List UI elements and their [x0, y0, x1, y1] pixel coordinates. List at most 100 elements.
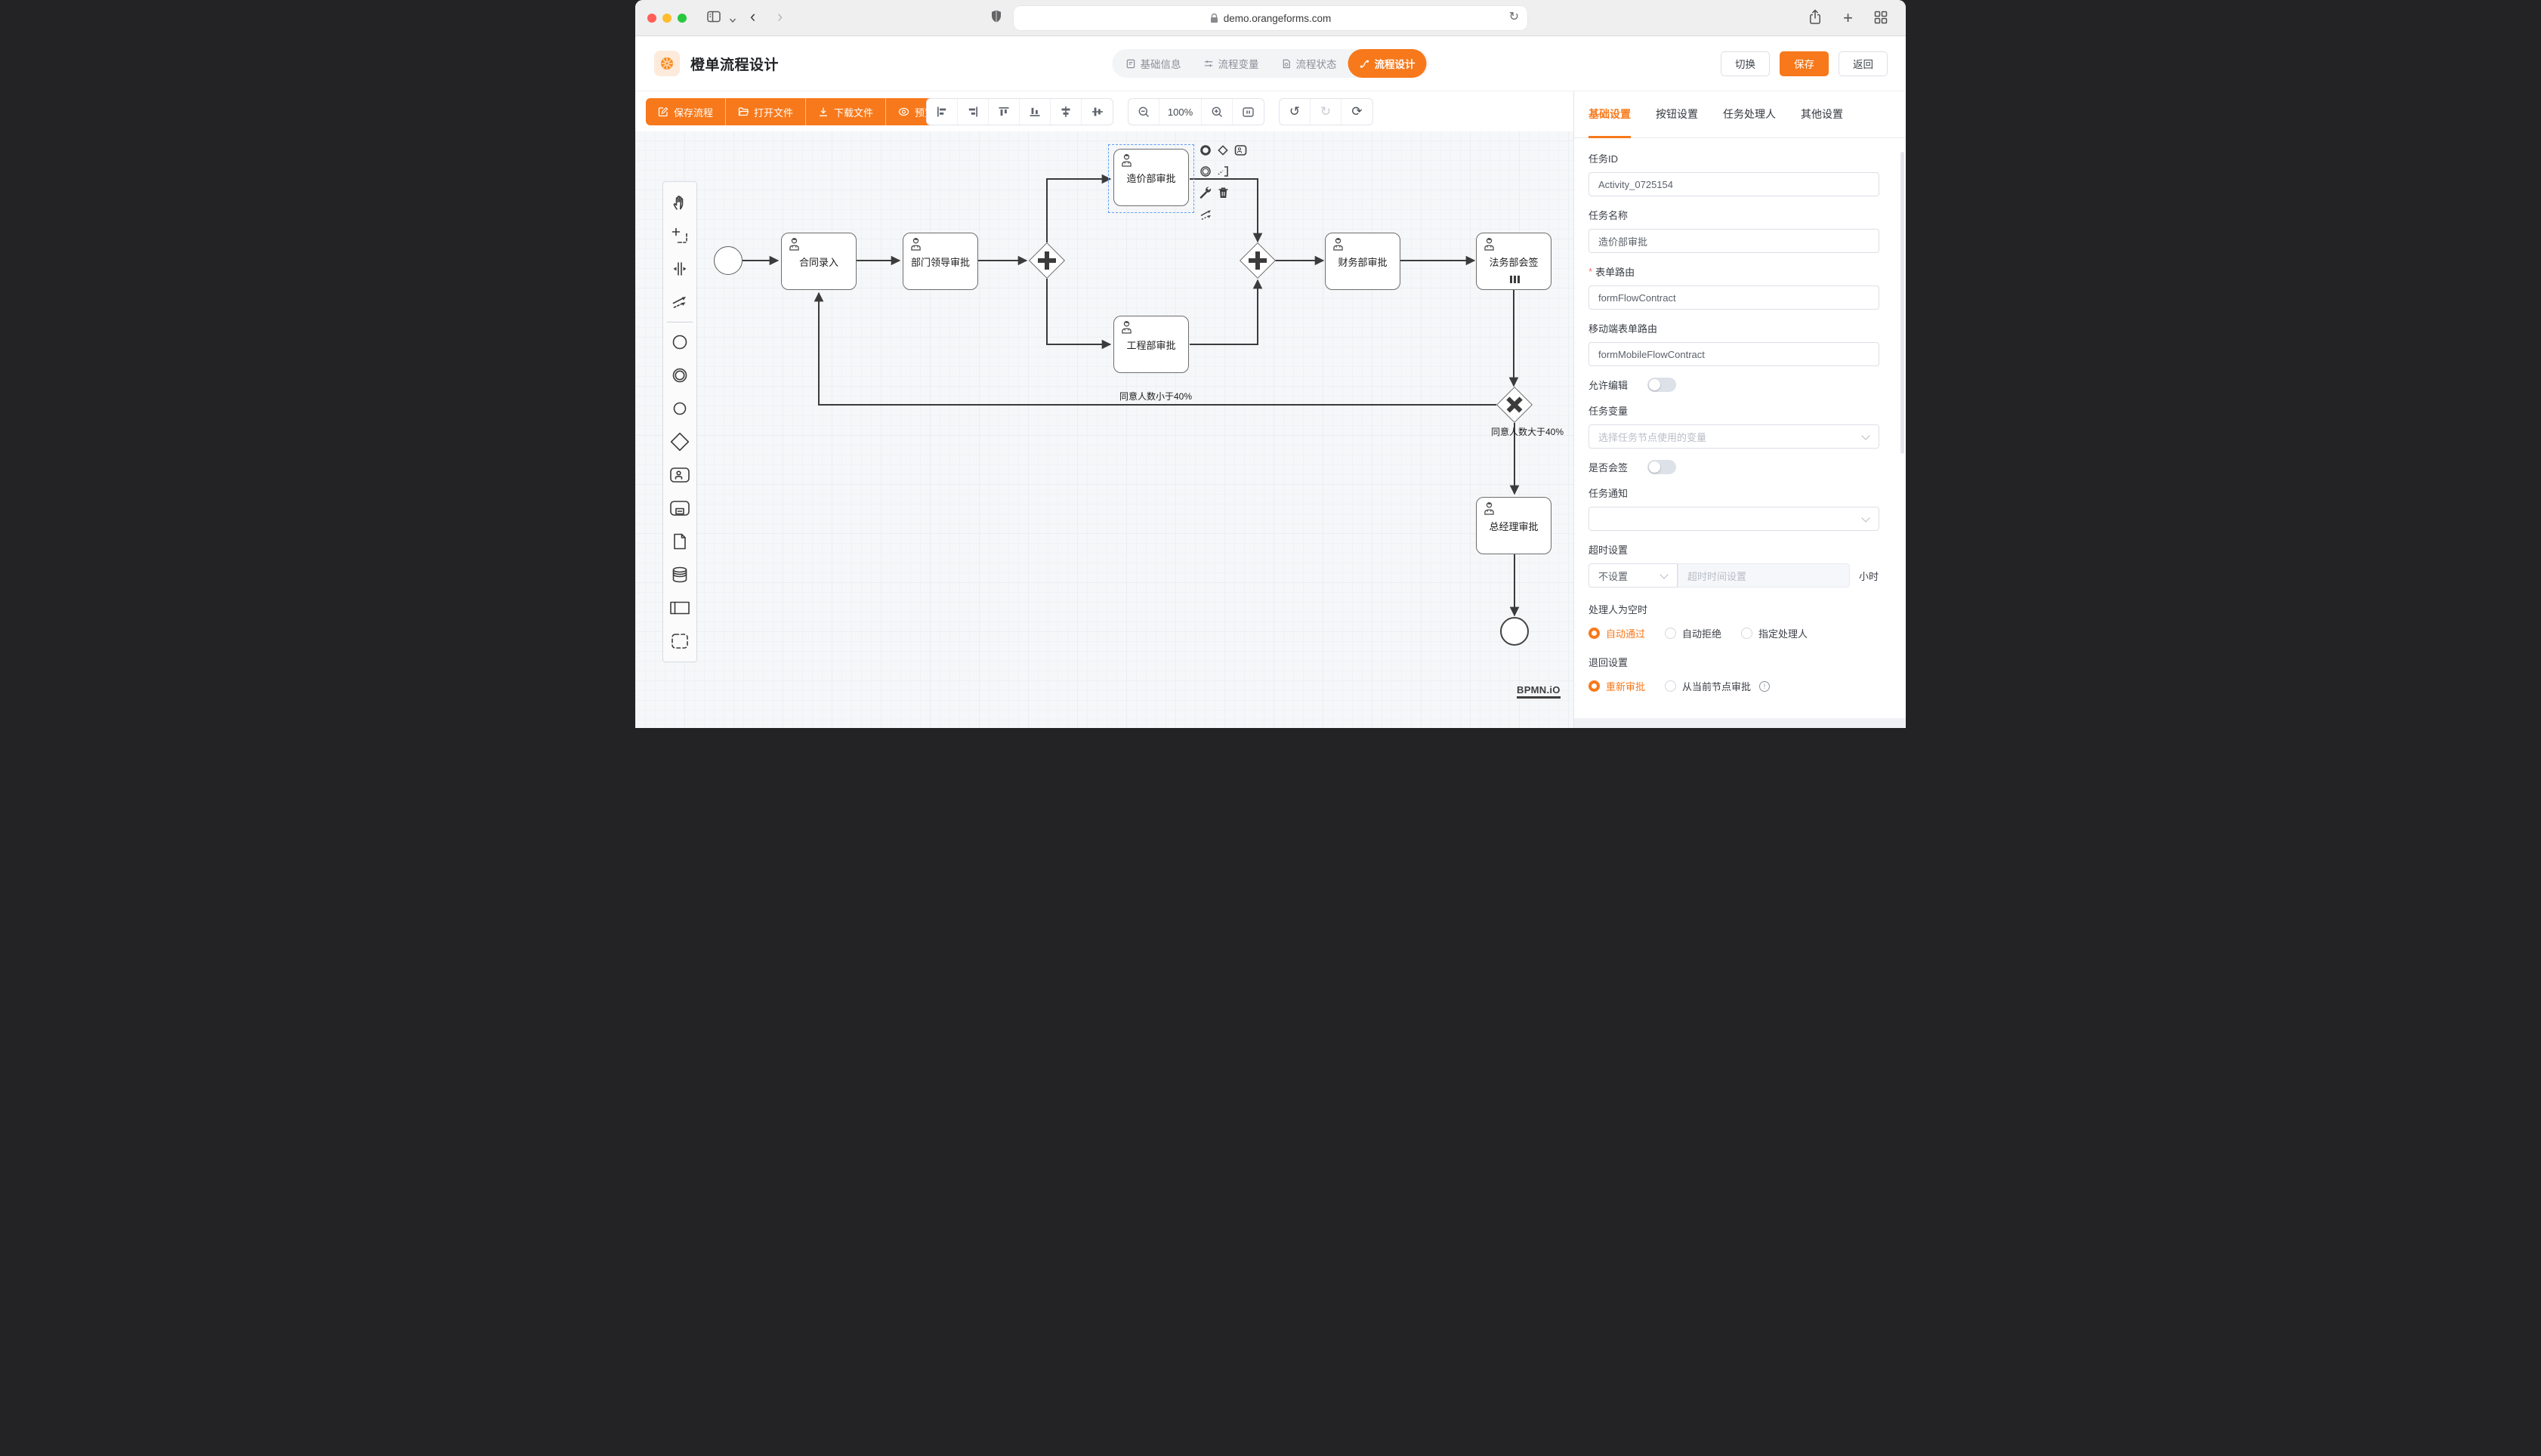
append-gateway-icon[interactable] — [1217, 144, 1229, 160]
tab-label: 流程设计 — [1375, 56, 1416, 71]
minimize-window-button[interactable] — [662, 14, 672, 23]
tab-flow-status[interactable]: 流程状态 — [1270, 49, 1348, 78]
task-variable-label: 任务变量 — [1589, 403, 1879, 418]
countersign-toggle[interactable] — [1647, 460, 1676, 474]
radio-from-current-node[interactable]: 从当前节点审批! — [1665, 679, 1770, 693]
back-button[interactable]: 返回 — [1839, 51, 1888, 76]
url-bar[interactable]: demo.orangeforms.com ↻ — [1014, 6, 1527, 30]
tab-flow-variables[interactable]: 流程变量 — [1193, 49, 1270, 78]
new-tab-icon[interactable]: + — [1843, 11, 1853, 25]
text-annotation-icon[interactable] — [1217, 165, 1230, 181]
reload-icon[interactable]: ↻ — [1509, 9, 1519, 24]
radio-icon — [1665, 628, 1676, 639]
panel-tab-basic-settings[interactable]: 基础设置 — [1589, 91, 1631, 138]
close-window-button[interactable] — [647, 14, 656, 23]
append-end-event-icon[interactable] — [1199, 144, 1212, 160]
parallel-join-plus — [1240, 242, 1276, 279]
task-id-input[interactable]: Activity_0725154 — [1589, 172, 1879, 196]
task-finance-approve[interactable]: 财务部审批 — [1325, 233, 1400, 290]
empty-assignee-options: 自动通过 自动拒绝 指定处理人 — [1589, 626, 1879, 640]
radio-assign-handler[interactable]: 指定处理人 — [1741, 626, 1808, 640]
trash-icon[interactable] — [1218, 187, 1229, 203]
append-user-task-icon[interactable] — [1234, 144, 1247, 160]
task-eng-dept-approve[interactable]: 工程部审批 — [1113, 316, 1189, 373]
form-route-input[interactable]: formFlowContract — [1589, 285, 1879, 310]
task-label: 合同录入 — [799, 254, 838, 269]
reject-setting-options: 重新审批 从当前节点审批! — [1589, 679, 1879, 693]
forward-icon[interactable]: › — [777, 6, 783, 27]
tab-label: 流程状态 — [1296, 56, 1337, 71]
task-contract-entry[interactable]: 合同录入 — [781, 233, 857, 290]
chevron-down-icon — [1861, 514, 1869, 522]
task-legal-countersign[interactable]: 法务部会签 — [1476, 233, 1551, 290]
connect-icon[interactable] — [1199, 208, 1213, 225]
main-content: 保存流程 打开文件 下载文件 预览 — [635, 91, 1906, 728]
panel-tab-task-assignee[interactable]: 任务处理人 — [1723, 91, 1776, 138]
panel-tab-button-settings[interactable]: 按钮设置 — [1656, 91, 1698, 138]
tab-flow-design[interactable]: 流程设计 — [1348, 49, 1427, 78]
save-button[interactable]: 保存 — [1780, 51, 1829, 76]
app-logo — [654, 51, 680, 76]
panel-scrollbar[interactable] — [1900, 152, 1904, 454]
task-notify-select[interactable] — [1589, 507, 1879, 531]
mobile-form-route-input[interactable]: formMobileFlowContract — [1589, 342, 1879, 366]
timeout-value-input[interactable]: 超时时间设置 — [1678, 563, 1850, 588]
allow-edit-toggle[interactable] — [1647, 378, 1676, 392]
context-pad — [1199, 144, 1255, 230]
task-gm-approve[interactable]: 总经理审批 — [1476, 497, 1551, 554]
task-dept-leader-approve[interactable]: 部门领导审批 — [903, 233, 978, 290]
radio-auto-reject[interactable]: 自动拒绝 — [1665, 626, 1721, 640]
countersign-label: 是否会签 — [1589, 460, 1628, 474]
page-title: 橙单流程设计 — [690, 54, 779, 74]
append-intermediate-event-icon[interactable] — [1199, 165, 1212, 181]
info-icon[interactable]: ! — [1759, 681, 1770, 692]
radio-icon — [1741, 628, 1752, 639]
radio-icon — [1589, 628, 1600, 639]
task-notify-label: 任务通知 — [1589, 486, 1879, 500]
browser-chrome: ‹ › demo.orangeforms.com ↻ + — [635, 0, 1906, 36]
tab-basic-info[interactable]: 基础信息 — [1115, 49, 1193, 78]
task-variable-placeholder: 选择任务节点使用的变量 — [1598, 430, 1706, 444]
user-icon — [1481, 501, 1497, 517]
task-label: 总经理审批 — [1489, 519, 1538, 533]
tab-label: 流程变量 — [1218, 56, 1259, 71]
zoom-window-button[interactable] — [678, 14, 687, 23]
user-icon — [1330, 236, 1346, 252]
chevron-down-icon[interactable] — [729, 14, 736, 27]
task-name-input[interactable]: 造价部审批 — [1589, 229, 1879, 253]
user-icon — [1481, 236, 1497, 252]
radio-icon — [1589, 680, 1600, 692]
panel-tab-other-settings[interactable]: 其他设置 — [1801, 91, 1843, 138]
task-variable-select[interactable]: 选择任务节点使用的变量 — [1589, 424, 1879, 449]
form-route-label: * 表单路由 — [1589, 264, 1879, 279]
panel-footer-strip — [1574, 718, 1906, 728]
form-icon — [1126, 59, 1136, 69]
shield-icon[interactable] — [990, 9, 1002, 28]
panel-body: 任务ID Activity_0725154 任务名称 造价部审批 * 表单路由 … — [1574, 138, 1906, 693]
timeout-unit: 小时 — [1859, 569, 1879, 583]
user-icon — [1119, 319, 1135, 335]
tab-overview-icon[interactable] — [1874, 11, 1888, 28]
bpmn-io-watermark[interactable]: BPMN.iO — [1517, 684, 1561, 699]
share-icon[interactable] — [1808, 9, 1822, 29]
end-event[interactable] — [1500, 617, 1529, 646]
task-label: 工程部审批 — [1126, 338, 1175, 352]
radio-auto-approve[interactable]: 自动通过 — [1589, 626, 1645, 640]
reject-setting-label: 退回设置 — [1589, 655, 1879, 669]
start-event[interactable] — [714, 246, 743, 275]
wrench-icon[interactable] — [1199, 187, 1212, 203]
radio-re-approve[interactable]: 重新审批 — [1589, 679, 1645, 693]
app-header: 橙单流程设计 基础信息 流程变量 流程状态 流程设计 切换 保存 返回 — [635, 36, 1906, 91]
header-nav-tabs: 基础信息 流程变量 流程状态 流程设计 — [1113, 49, 1429, 78]
sidebar-icon[interactable] — [706, 10, 721, 27]
edge-label-gt40[interactable]: 同意人数大于40% — [1491, 425, 1564, 438]
header-actions: 切换 保存 返回 — [1721, 51, 1888, 76]
parallel-split-plus — [1029, 242, 1065, 279]
back-icon[interactable]: ‹ — [750, 6, 755, 27]
edge-label-lt40[interactable]: 同意人数小于40% — [1119, 390, 1192, 403]
bpmn-canvas[interactable]: 保存流程 打开文件 下载文件 预览 — [635, 91, 1573, 728]
switch-button[interactable]: 切换 — [1721, 51, 1770, 76]
chevron-down-icon — [1861, 431, 1869, 440]
timeout-mode-select[interactable]: 不设置 — [1589, 563, 1678, 588]
task-id-label: 任务ID — [1589, 151, 1879, 165]
